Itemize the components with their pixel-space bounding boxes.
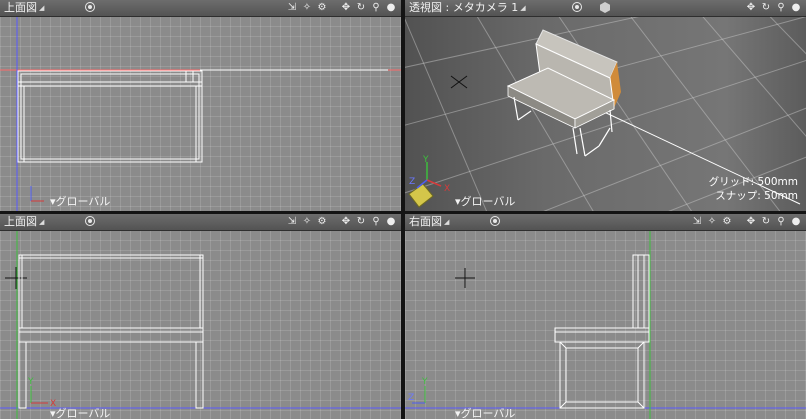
- eye-icon[interactable]: [490, 216, 500, 226]
- rotate-icon[interactable]: ↻: [760, 2, 772, 14]
- right-view-pane[interactable]: 右面図 ◢ ⇲ ✧ ⚙ ✥ ↻ ⚲ ● Y Z ▾グローバル: [405, 214, 806, 419]
- snap-size-label: スナップ: 50mm: [715, 190, 798, 202]
- front-view-scene: Y X: [0, 230, 401, 419]
- eye-icon[interactable]: [572, 2, 582, 12]
- coordinate-mode-menu[interactable]: ▾グローバル: [455, 405, 515, 419]
- mode-label: グローバル: [460, 407, 516, 419]
- right-view-header: 右面図 ◢ ⇲ ✧ ⚙ ✥ ↻ ⚲ ●: [405, 214, 806, 231]
- rotate-icon[interactable]: ↻: [355, 216, 367, 228]
- coordinate-mode-menu[interactable]: ▾グローバル: [455, 193, 515, 209]
- front-view-header: 上面図 ◢ ⇲ ✧ ⚙ ✥ ↻ ⚲ ●: [0, 214, 401, 231]
- mode-label: グローバル: [460, 195, 516, 208]
- axis-label-z: Z: [408, 393, 414, 403]
- magic-icon[interactable]: ✧: [301, 216, 313, 228]
- grid-size-label: グリッド: 500mm: [708, 176, 798, 188]
- mode-label: グローバル: [55, 195, 111, 208]
- eye-icon[interactable]: [85, 2, 95, 12]
- perspective-view-pane[interactable]: 透視図 : メタカメラ 1 ◢ ✥ ↻ ⚲ ● Y X Z ▾グローバル グリッ…: [405, 0, 806, 211]
- cursor-crosshair: [5, 267, 27, 289]
- view-title: 上面図: [4, 215, 37, 228]
- sphere-icon[interactable]: ●: [385, 2, 397, 14]
- view-title: 上面図: [4, 1, 37, 14]
- gear-icon[interactable]: ⚙: [721, 216, 733, 228]
- axis-label-y: Y: [421, 377, 428, 387]
- top-view-pane[interactable]: 上面図 ◢ ⇲ ✧ ⚙ ✥ ↻ ⚲ ● ▾グローバル: [0, 0, 401, 211]
- eye-icon[interactable]: [85, 216, 95, 226]
- corner-icon: ◢: [39, 4, 45, 12]
- coordinate-mode-menu[interactable]: ▾グローバル: [50, 405, 110, 419]
- front-view-pane[interactable]: 上面図 ◢ ⇲ ✧ ⚙ ✥ ↻ ⚲ ● Y X ▾グローバル: [0, 214, 401, 419]
- zoom-icon[interactable]: ⚲: [775, 216, 787, 228]
- zoom-fit-icon[interactable]: ⇲: [691, 216, 703, 228]
- view-menu[interactable]: 右面図 ◢: [409, 214, 449, 230]
- axis-gizmo: [30, 186, 44, 202]
- move-icon[interactable]: ✥: [745, 216, 757, 228]
- axis-label-y: Y: [422, 155, 429, 165]
- rotate-icon[interactable]: ↻: [355, 2, 367, 14]
- magic-icon[interactable]: ✧: [301, 2, 313, 14]
- top-view-header: 上面図 ◢ ⇲ ✧ ⚙ ✥ ↻ ⚲ ●: [0, 0, 401, 17]
- bench-side-wireframe: [554, 254, 650, 409]
- grid-snap-info: グリッド: 500mm スナップ: 50mm: [709, 175, 798, 203]
- magic-icon[interactable]: ✧: [706, 216, 718, 228]
- zoom-fit-icon[interactable]: ⇲: [286, 2, 298, 14]
- view-title: 右面図: [409, 215, 442, 228]
- move-icon[interactable]: ✥: [340, 216, 352, 228]
- move-icon[interactable]: ✥: [340, 2, 352, 14]
- zoom-icon[interactable]: ⚲: [370, 216, 382, 228]
- view-menu[interactable]: 上面図 ◢: [4, 0, 44, 16]
- sphere-icon[interactable]: ●: [385, 216, 397, 228]
- gear-icon[interactable]: ⚙: [316, 2, 328, 14]
- sphere-icon[interactable]: ●: [790, 216, 802, 228]
- cursor-crosshair: [455, 268, 475, 288]
- zoom-fit-icon[interactable]: ⇲: [286, 216, 298, 228]
- mode-label: グローバル: [55, 407, 111, 419]
- axis-label-z: Z: [409, 177, 415, 187]
- move-icon[interactable]: ✥: [745, 2, 757, 14]
- view-menu[interactable]: 上面図 ◢: [4, 214, 44, 230]
- zoom-icon[interactable]: ⚲: [775, 2, 787, 14]
- corner-icon: ◢: [520, 4, 526, 12]
- axis-label-x: X: [444, 184, 450, 194]
- bench-top-wireframe: [17, 70, 203, 163]
- cube-icon[interactable]: [600, 2, 610, 13]
- gear-icon[interactable]: ⚙: [316, 216, 328, 228]
- axis-label-y: Y: [27, 377, 34, 387]
- sphere-icon[interactable]: ●: [790, 2, 802, 14]
- view-menu[interactable]: 透視図 : メタカメラ 1 ◢: [409, 0, 526, 16]
- corner-icon: ◢: [39, 218, 45, 226]
- corner-icon: ◢: [444, 218, 450, 226]
- view-title: 透視図 : メタカメラ 1: [409, 1, 519, 14]
- right-view-scene: Y Z: [405, 230, 806, 419]
- bench-front-wireframe: [18, 254, 204, 409]
- perspective-view-header: 透視図 : メタカメラ 1 ◢ ✥ ↻ ⚲ ●: [405, 0, 806, 17]
- rotate-icon[interactable]: ↻: [760, 216, 772, 228]
- top-view-scene: [0, 16, 401, 211]
- coordinate-mode-menu[interactable]: ▾グローバル: [50, 193, 110, 209]
- axis-gizmo: Y Z: [408, 377, 428, 404]
- zoom-icon[interactable]: ⚲: [370, 2, 382, 14]
